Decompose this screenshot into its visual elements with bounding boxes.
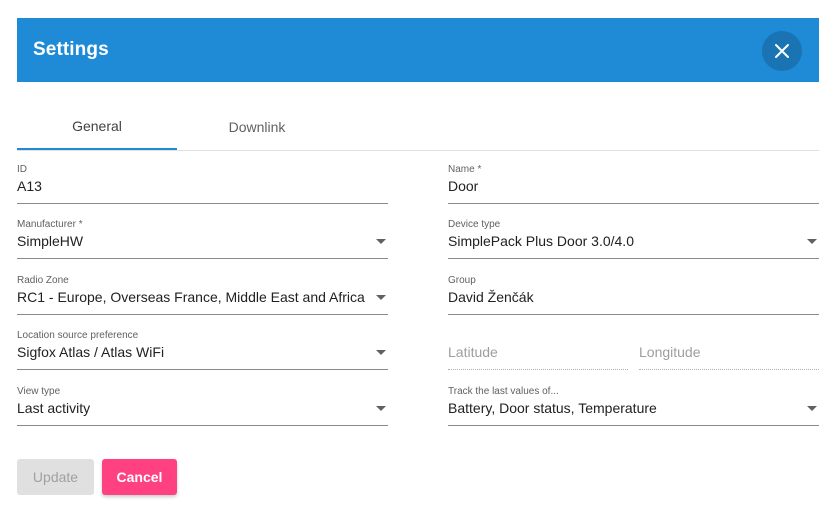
device-type-select[interactable]: Device type SimplePack Plus Door 3.0/4.0 (448, 219, 819, 259)
id-label: ID (17, 164, 27, 175)
device-type-value: SimplePack Plus Door 3.0/4.0 (448, 233, 634, 249)
view-type-value: Last activity (17, 400, 91, 416)
group-value: David Ženčák (448, 289, 534, 305)
manufacturer-label: Manufacturer * (17, 219, 83, 230)
track-values-select[interactable]: Track the last values of... Battery, Doo… (448, 386, 819, 426)
name-label: Name * (448, 164, 482, 175)
longitude-placeholder: Longitude (639, 344, 701, 360)
latitude-input[interactable]: Latitude (448, 330, 628, 370)
group-label: Group (448, 275, 476, 286)
manufacturer-value: SimpleHW (17, 233, 84, 249)
location-source-select[interactable]: Location source preference Sigfox Atlas … (17, 330, 388, 370)
tab-general[interactable]: General (17, 104, 177, 150)
tab-downlink[interactable]: Downlink (177, 104, 337, 150)
location-source-value: Sigfox Atlas / Atlas WiFi (17, 344, 165, 360)
location-source-label: Location source preference (17, 330, 139, 341)
device-type-label: Device type (448, 219, 501, 230)
id-field[interactable]: ID A13 (17, 164, 388, 204)
manufacturer-select[interactable]: Manufacturer * SimpleHW (17, 219, 388, 259)
close-icon (775, 44, 789, 58)
track-values-label: Track the last values of... (448, 386, 559, 397)
chevron-down-icon[interactable] (376, 406, 386, 411)
radio-zone-select[interactable]: Radio Zone RC1 - Europe, Overseas France… (17, 275, 388, 315)
name-value: Door (448, 178, 479, 194)
radio-zone-value: RC1 - Europe, Overseas France, Middle Ea… (17, 289, 365, 305)
dialog-title: Settings (33, 39, 109, 60)
latitude-placeholder: Latitude (448, 344, 498, 360)
settings-dialog: Settings General Downlink ID A13 Name * … (0, 0, 832, 507)
view-type-label: View type (17, 386, 61, 397)
name-field[interactable]: Name * Door (448, 164, 819, 204)
chevron-down-icon[interactable] (807, 239, 817, 244)
id-value: A13 (17, 178, 42, 194)
longitude-input[interactable]: Longitude (639, 330, 819, 370)
cancel-button[interactable]: Cancel (102, 459, 177, 495)
view-type-select[interactable]: View type Last activity (17, 386, 388, 426)
update-button[interactable]: Update (17, 459, 94, 495)
group-field[interactable]: Group David Ženčák (448, 275, 819, 315)
chevron-down-icon[interactable] (807, 406, 817, 411)
chevron-down-icon[interactable] (376, 350, 386, 355)
chevron-down-icon[interactable] (376, 295, 386, 300)
chevron-down-icon[interactable] (376, 239, 386, 244)
track-values-value: Battery, Door status, Temperature (448, 400, 657, 416)
close-button[interactable] (762, 31, 802, 71)
dialog-header: Settings (17, 18, 819, 82)
tab-bar: General Downlink (17, 104, 819, 151)
radio-zone-label: Radio Zone (17, 275, 69, 286)
